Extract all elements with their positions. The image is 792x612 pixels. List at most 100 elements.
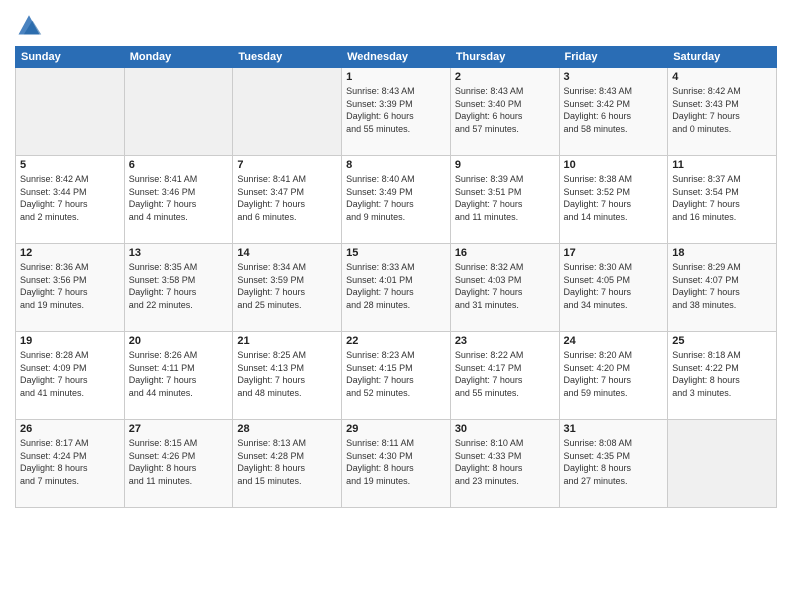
day-info: Sunrise: 8:25 AM Sunset: 4:13 PM Dayligh… bbox=[237, 349, 337, 399]
day-number: 25 bbox=[672, 335, 772, 347]
calendar-cell: 24 Sunrise: 8:20 AM Sunset: 4:20 PM Dayli… bbox=[559, 332, 668, 420]
day-number: 31 bbox=[564, 423, 664, 435]
day-info: Sunrise: 8:18 AM Sunset: 4:22 PM Dayligh… bbox=[672, 349, 772, 399]
day-number: 26 bbox=[20, 423, 120, 435]
logo bbox=[15, 10, 47, 38]
day-info: Sunrise: 8:33 AM Sunset: 4:01 PM Dayligh… bbox=[346, 261, 446, 311]
calendar-cell: 8 Sunrise: 8:40 AM Sunset: 3:49 PM Daylig… bbox=[342, 156, 451, 244]
day-info: Sunrise: 8:38 AM Sunset: 3:52 PM Dayligh… bbox=[564, 173, 664, 223]
calendar-cell: 28 Sunrise: 8:13 AM Sunset: 4:28 PM Dayli… bbox=[233, 420, 342, 508]
day-info: Sunrise: 8:23 AM Sunset: 4:15 PM Dayligh… bbox=[346, 349, 446, 399]
day-number: 16 bbox=[455, 247, 555, 259]
day-info: Sunrise: 8:40 AM Sunset: 3:49 PM Dayligh… bbox=[346, 173, 446, 223]
calendar-cell: 12Sunrise: 8:36 AM Sunset: 3:56 PM Dayli… bbox=[16, 244, 125, 332]
day-info: Sunrise: 8:15 AM Sunset: 4:26 PM Dayligh… bbox=[129, 437, 229, 487]
day-info: Sunrise: 8:08 AM Sunset: 4:35 PM Dayligh… bbox=[564, 437, 664, 487]
day-number: 4 bbox=[672, 71, 772, 83]
day-header-sunday: Sunday bbox=[16, 47, 125, 68]
day-number: 19 bbox=[20, 335, 120, 347]
day-info: Sunrise: 8:22 AM Sunset: 4:17 PM Dayligh… bbox=[455, 349, 555, 399]
calendar-cell: 1 Sunrise: 8:43 AM Sunset: 3:39 PM Daylig… bbox=[342, 68, 451, 156]
day-info: Sunrise: 8:42 AM Sunset: 3:44 PM Dayligh… bbox=[20, 173, 120, 223]
day-number: 23 bbox=[455, 335, 555, 347]
calendar-cell: 9 Sunrise: 8:39 AM Sunset: 3:51 PM Daylig… bbox=[450, 156, 559, 244]
calendar-cell: 18Sunrise: 8:29 AM Sunset: 4:07 PM Dayli… bbox=[668, 244, 777, 332]
calendar-cell: 30 Sunrise: 8:10 AM Sunset: 4:33 PM Dayli… bbox=[450, 420, 559, 508]
day-info: Sunrise: 8:32 AM Sunset: 4:03 PM Dayligh… bbox=[455, 261, 555, 311]
calendar-cell bbox=[233, 68, 342, 156]
day-info: Sunrise: 8:41 AM Sunset: 3:46 PM Dayligh… bbox=[129, 173, 229, 223]
calendar-cell: 22 Sunrise: 8:23 AM Sunset: 4:15 PM Dayli… bbox=[342, 332, 451, 420]
day-number: 15 bbox=[346, 247, 446, 259]
day-info: Sunrise: 8:35 AM Sunset: 3:58 PM Dayligh… bbox=[129, 261, 229, 311]
day-number: 28 bbox=[237, 423, 337, 435]
day-info: Sunrise: 8:43 AM Sunset: 3:42 PM Dayligh… bbox=[564, 85, 664, 135]
calendar-body: 1 Sunrise: 8:43 AM Sunset: 3:39 PM Daylig… bbox=[16, 68, 777, 508]
day-info: Sunrise: 8:30 AM Sunset: 4:05 PM Dayligh… bbox=[564, 261, 664, 311]
week-row-3: 19 Sunrise: 8:28 AM Sunset: 4:09 PM Dayli… bbox=[16, 332, 777, 420]
calendar-cell: 19 Sunrise: 8:28 AM Sunset: 4:09 PM Dayli… bbox=[16, 332, 125, 420]
day-info: Sunrise: 8:10 AM Sunset: 4:33 PM Dayligh… bbox=[455, 437, 555, 487]
header bbox=[15, 10, 777, 38]
day-header-wednesday: Wednesday bbox=[342, 47, 451, 68]
calendar-cell: 16 Sunrise: 8:32 AM Sunset: 4:03 PM Dayli… bbox=[450, 244, 559, 332]
week-row-1: 5Sunrise: 8:42 AM Sunset: 3:44 PM Daylig… bbox=[16, 156, 777, 244]
day-number: 29 bbox=[346, 423, 446, 435]
calendar-cell: 31 Sunrise: 8:08 AM Sunset: 4:35 PM Dayli… bbox=[559, 420, 668, 508]
day-info: Sunrise: 8:20 AM Sunset: 4:20 PM Dayligh… bbox=[564, 349, 664, 399]
day-number: 8 bbox=[346, 159, 446, 171]
day-number: 1 bbox=[346, 71, 446, 83]
calendar-cell bbox=[124, 68, 233, 156]
day-info: Sunrise: 8:43 AM Sunset: 3:40 PM Dayligh… bbox=[455, 85, 555, 135]
calendar-cell: 26Sunrise: 8:17 AM Sunset: 4:24 PM Dayli… bbox=[16, 420, 125, 508]
calendar-cell: 11Sunrise: 8:37 AM Sunset: 3:54 PM Dayli… bbox=[668, 156, 777, 244]
day-info: Sunrise: 8:29 AM Sunset: 4:07 PM Dayligh… bbox=[672, 261, 772, 311]
day-number: 17 bbox=[564, 247, 664, 259]
calendar-cell: 10 Sunrise: 8:38 AM Sunset: 3:52 PM Dayli… bbox=[559, 156, 668, 244]
calendar-cell: 29Sunrise: 8:11 AM Sunset: 4:30 PM Dayli… bbox=[342, 420, 451, 508]
week-row-2: 12Sunrise: 8:36 AM Sunset: 3:56 PM Dayli… bbox=[16, 244, 777, 332]
day-number: 3 bbox=[564, 71, 664, 83]
header-row: SundayMondayTuesdayWednesdayThursdayFrid… bbox=[16, 47, 777, 68]
day-number: 27 bbox=[129, 423, 229, 435]
day-number: 21 bbox=[237, 335, 337, 347]
calendar-cell: 23 Sunrise: 8:22 AM Sunset: 4:17 PM Dayli… bbox=[450, 332, 559, 420]
day-info: Sunrise: 8:43 AM Sunset: 3:39 PM Dayligh… bbox=[346, 85, 446, 135]
calendar-table: SundayMondayTuesdayWednesdayThursdayFrid… bbox=[15, 46, 777, 508]
calendar-cell: 15 Sunrise: 8:33 AM Sunset: 4:01 PM Dayli… bbox=[342, 244, 451, 332]
calendar-cell: 4 Sunrise: 8:42 AM Sunset: 3:43 PM Daylig… bbox=[668, 68, 777, 156]
day-number: 14 bbox=[237, 247, 337, 259]
day-info: Sunrise: 8:39 AM Sunset: 3:51 PM Dayligh… bbox=[455, 173, 555, 223]
calendar-cell: 3 Sunrise: 8:43 AM Sunset: 3:42 PM Daylig… bbox=[559, 68, 668, 156]
day-number: 30 bbox=[455, 423, 555, 435]
day-number: 24 bbox=[564, 335, 664, 347]
calendar-cell: 21 Sunrise: 8:25 AM Sunset: 4:13 PM Dayli… bbox=[233, 332, 342, 420]
calendar-cell: 6 Sunrise: 8:41 AM Sunset: 3:46 PM Daylig… bbox=[124, 156, 233, 244]
day-number: 6 bbox=[129, 159, 229, 171]
calendar-page: SundayMondayTuesdayWednesdayThursdayFrid… bbox=[0, 0, 792, 612]
day-header-saturday: Saturday bbox=[668, 47, 777, 68]
day-number: 10 bbox=[564, 159, 664, 171]
day-info: Sunrise: 8:26 AM Sunset: 4:11 PM Dayligh… bbox=[129, 349, 229, 399]
calendar-cell: 5Sunrise: 8:42 AM Sunset: 3:44 PM Daylig… bbox=[16, 156, 125, 244]
calendar-cell: 14 Sunrise: 8:34 AM Sunset: 3:59 PM Dayli… bbox=[233, 244, 342, 332]
day-number: 20 bbox=[129, 335, 229, 347]
day-number: 2 bbox=[455, 71, 555, 83]
day-info: Sunrise: 8:34 AM Sunset: 3:59 PM Dayligh… bbox=[237, 261, 337, 311]
day-info: Sunrise: 8:13 AM Sunset: 4:28 PM Dayligh… bbox=[237, 437, 337, 487]
day-header-friday: Friday bbox=[559, 47, 668, 68]
day-info: Sunrise: 8:42 AM Sunset: 3:43 PM Dayligh… bbox=[672, 85, 772, 135]
day-header-thursday: Thursday bbox=[450, 47, 559, 68]
calendar-cell: 25 Sunrise: 8:18 AM Sunset: 4:22 PM Dayli… bbox=[668, 332, 777, 420]
day-number: 22 bbox=[346, 335, 446, 347]
day-number: 9 bbox=[455, 159, 555, 171]
day-header-tuesday: Tuesday bbox=[233, 47, 342, 68]
calendar-cell: 7Sunrise: 8:41 AM Sunset: 3:47 PM Daylig… bbox=[233, 156, 342, 244]
day-info: Sunrise: 8:28 AM Sunset: 4:09 PM Dayligh… bbox=[20, 349, 120, 399]
day-info: Sunrise: 8:41 AM Sunset: 3:47 PM Dayligh… bbox=[237, 173, 337, 223]
calendar-cell bbox=[668, 420, 777, 508]
calendar-cell: 27 Sunrise: 8:15 AM Sunset: 4:26 PM Dayli… bbox=[124, 420, 233, 508]
day-number: 12 bbox=[20, 247, 120, 259]
calendar-cell: 17 Sunrise: 8:30 AM Sunset: 4:05 PM Dayli… bbox=[559, 244, 668, 332]
calendar-cell: 13Sunrise: 8:35 AM Sunset: 3:58 PM Dayli… bbox=[124, 244, 233, 332]
